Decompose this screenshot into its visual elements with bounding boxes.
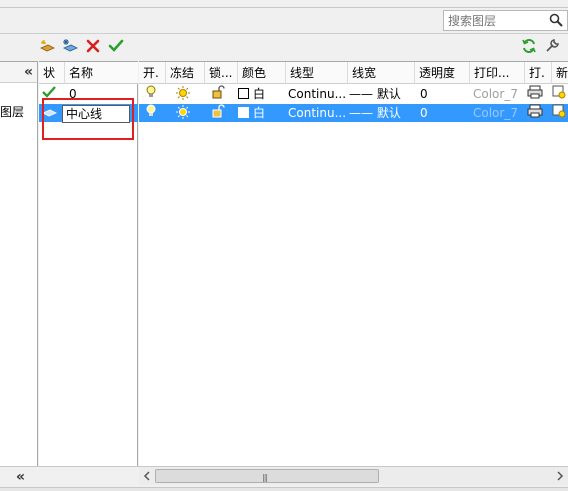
column-header-color[interactable]: 颜色: [238, 62, 286, 84]
collapse-filter-icon[interactable]: «: [24, 64, 33, 80]
filter-tree-all-layers[interactable]: 图层: [0, 103, 24, 120]
sun-thaw-icon[interactable]: [175, 85, 191, 103]
layer-color[interactable]: 白: [238, 104, 286, 122]
layer-toolbar: [0, 35, 568, 59]
column-header-name[interactable]: 名称: [65, 62, 138, 84]
column-header-linetype[interactable]: 线型: [286, 62, 348, 84]
lineweight-value: 默认: [376, 106, 401, 120]
refresh-icon: [522, 38, 536, 54]
column-header-freeze[interactable]: 冻结: [166, 62, 205, 84]
layer-plotstyle[interactable]: Color_7: [473, 85, 525, 103]
collapse-bottom-icon[interactable]: «: [16, 469, 25, 485]
top-bar: [0, 0, 568, 34]
color-swatch: [238, 107, 249, 118]
search-icon[interactable]: [549, 13, 563, 27]
new-layer-button[interactable]: [38, 37, 56, 55]
lineweight-sample: ——: [349, 87, 373, 101]
layer-linetype[interactable]: Continu...: [288, 104, 348, 122]
layer-linetype[interactable]: Continu...: [288, 85, 348, 103]
column-header-on[interactable]: 开.: [139, 62, 166, 84]
delete-layer-button[interactable]: [84, 37, 102, 55]
column-header-transparency[interactable]: 透明度: [415, 62, 470, 84]
column-header-plot[interactable]: 打.: [525, 62, 552, 84]
scrollbar-thumb[interactable]: |||: [155, 469, 379, 483]
layer-search-input[interactable]: [444, 11, 544, 30]
scroll-left-icon[interactable]: [142, 470, 152, 482]
thumb-grip: |||: [262, 473, 268, 482]
printer-icon[interactable]: [527, 104, 545, 122]
lineweight-sample: ——: [349, 106, 373, 120]
filter-panel-header: «: [0, 62, 37, 83]
layer-plotstyle[interactable]: Color_7: [473, 104, 525, 122]
layer-transparency[interactable]: 0: [420, 104, 470, 122]
column-header-lineweight[interactable]: 线宽: [348, 62, 415, 84]
unlock-icon[interactable]: [211, 85, 227, 103]
color-swatch: [238, 88, 249, 99]
unlock-icon[interactable]: [211, 104, 227, 122]
footer-divider: [0, 487, 568, 491]
highlight-annotation-box: [42, 98, 134, 140]
layer-filter-panel: « 图层: [0, 61, 38, 466]
layer-lineweight[interactable]: —— 默认: [349, 104, 415, 122]
refresh-button[interactable]: [520, 37, 538, 55]
layer-search-box[interactable]: [443, 10, 568, 31]
lightbulb-on-icon[interactable]: [145, 85, 159, 103]
divider: [0, 7, 568, 8]
delete-x-icon: [86, 39, 100, 53]
lineweight-value: 默认: [376, 87, 401, 101]
new-layer-vp-frozen-button[interactable]: [61, 37, 79, 55]
set-current-button[interactable]: [107, 37, 125, 55]
column-header-plotstyle[interactable]: 打印...: [470, 62, 525, 84]
wrench-icon: [546, 39, 559, 52]
horizontal-scrollbar[interactable]: |||: [139, 467, 568, 485]
new-vp-freeze-icon[interactable]: [552, 85, 568, 103]
new-layer-frozen-icon: [63, 39, 78, 52]
layer-color[interactable]: 白: [238, 85, 286, 103]
layer-row[interactable]: 白 Continu... —— 默认 0 Color_7: [139, 85, 568, 103]
settings-button[interactable]: [543, 37, 561, 55]
column-header-lock[interactable]: 锁...: [205, 62, 238, 84]
new-layer-icon: [40, 40, 55, 52]
printer-icon[interactable]: [527, 85, 545, 103]
lightbulb-on-icon[interactable]: [145, 104, 159, 122]
layer-transparency[interactable]: 0: [420, 85, 470, 103]
column-header-new-vp-freeze[interactable]: 新: [552, 62, 568, 84]
color-name: 白: [253, 106, 266, 120]
new-vp-freeze-icon[interactable]: [552, 104, 568, 122]
layer-lineweight[interactable]: —— 默认: [349, 85, 415, 103]
scroll-right-icon[interactable]: [555, 470, 565, 482]
layer-grid: 开. 冻结 锁... 颜色 线型 线宽 透明度 打印... 打. 新 白 Con…: [139, 61, 568, 466]
column-header-status[interactable]: 状: [39, 62, 65, 84]
color-name: 白: [253, 87, 266, 101]
checkmark-icon: [108, 39, 124, 52]
sun-thaw-icon[interactable]: [175, 104, 191, 122]
layer-row-selected[interactable]: 白 Continu... —— 默认 0 Color_7: [139, 104, 568, 122]
